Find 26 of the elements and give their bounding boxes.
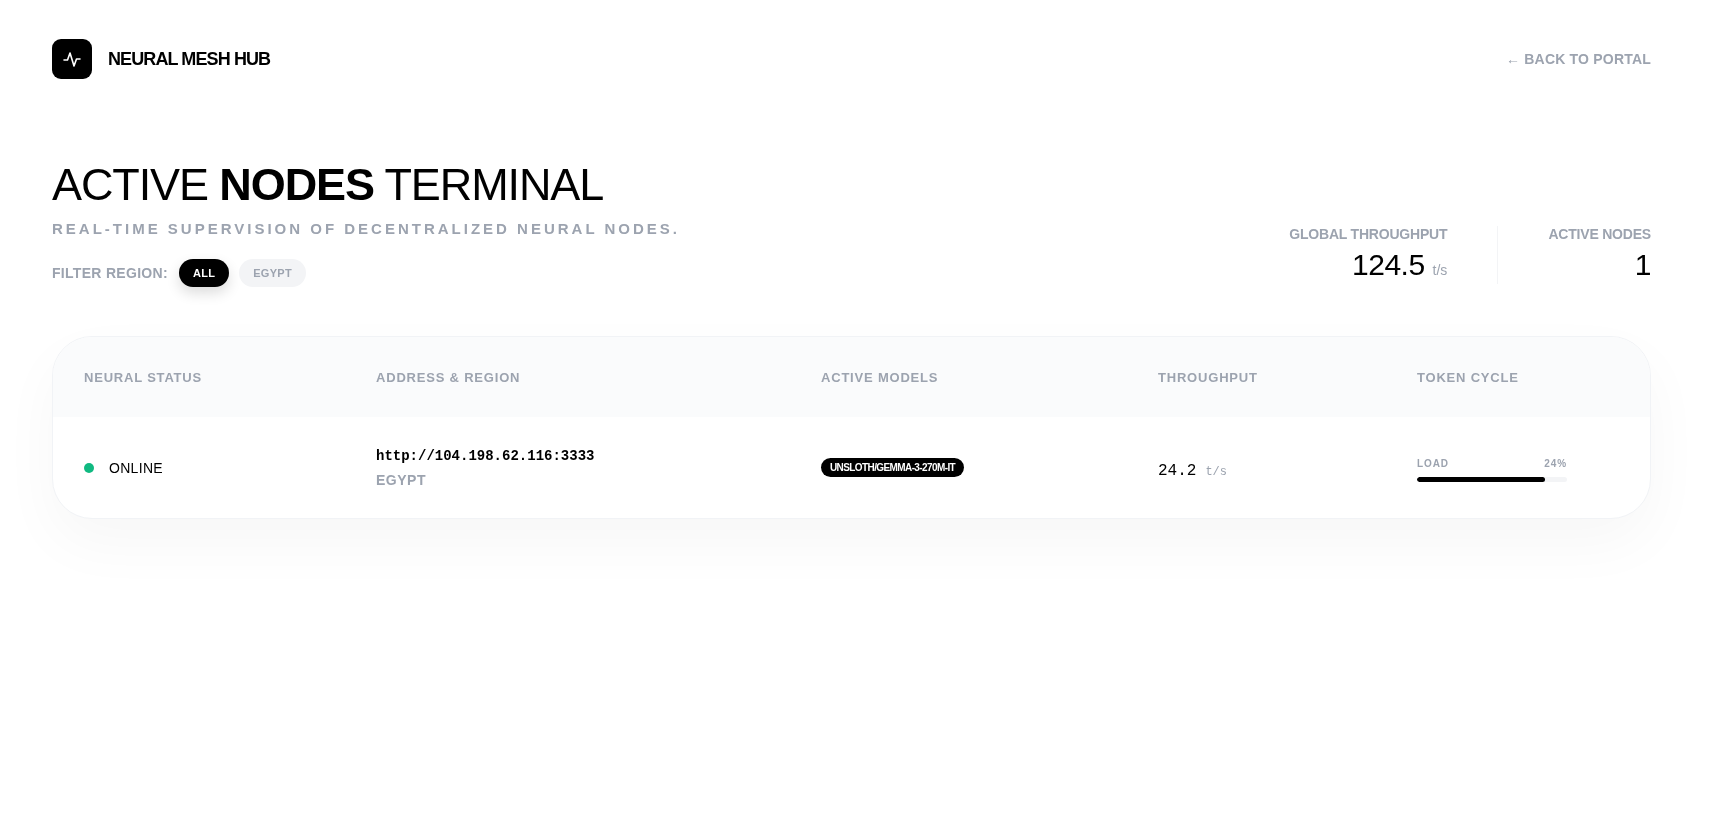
- pulse-logo-icon: [52, 39, 92, 79]
- column-header: NEURAL STATUS: [84, 369, 202, 385]
- stat-label: ACTIVE NODES: [1548, 226, 1651, 243]
- column-header: TOKEN CYCLE: [1417, 369, 1519, 385]
- model-tag: UNSLOTH/GEMMA-3-270M-IT: [821, 458, 965, 477]
- column-header: ADDRESS & REGION: [376, 369, 521, 385]
- throughput-unit: t/s: [1205, 464, 1227, 479]
- status-label: ONLINE: [109, 459, 163, 476]
- column-header: ACTIVE MODELS: [821, 369, 939, 385]
- column-header: THROUGHPUT: [1158, 369, 1258, 385]
- page-subtitle: REAL-TIME SUPERVISION OF DECENTRALIZED NEURAL NODES.: [52, 220, 680, 238]
- back-link[interactable]: ← BACK TO PORTAL: [1506, 51, 1651, 67]
- region-filter-chip[interactable]: ALL: [178, 259, 230, 287]
- brand-name: NEURAL MESH HUB: [108, 48, 271, 70]
- stat-value: 124.5: [1352, 250, 1425, 280]
- page-title: ACTIVE NODES TERMINAL: [52, 162, 605, 207]
- region-filter-chip[interactable]: EGYPT: [239, 259, 307, 287]
- node-address: http://104.198.62.116:3333: [376, 447, 595, 464]
- stat-value: 1: [1634, 250, 1651, 280]
- stat-label: GLOBAL THROUGHPUT: [1289, 226, 1448, 243]
- stat-unit: t/s: [1432, 262, 1448, 278]
- throughput-value: 24.2: [1158, 461, 1197, 480]
- node-region: EGYPT: [376, 471, 426, 488]
- filter-label: FILTER REGION:: [52, 265, 168, 281]
- load-percent: 24%: [1544, 457, 1567, 469]
- load-label: LOAD: [1417, 457, 1449, 469]
